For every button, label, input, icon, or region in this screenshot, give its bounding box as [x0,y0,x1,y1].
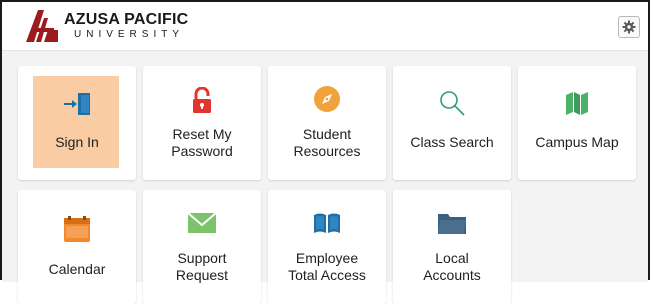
folder-icon [393,211,511,235]
header: AZUSA PACIFIC UNIVERSITY [2,2,648,51]
tile-label: Support Request [143,250,261,284]
university-logo[interactable]: AZUSA PACIFIC UNIVERSITY [24,8,188,44]
tile-label: Local Accounts [393,250,511,284]
tile-highlight [33,76,119,168]
tile-support-request[interactable]: Support Request [143,190,261,304]
tile-campus-map[interactable]: Campus Map [518,66,636,180]
settings-button[interactable] [618,16,640,38]
tile-label-line1: Student [302,126,352,142]
envelope-icon [143,212,261,234]
tile-grid: Sign In Reset My Password Student Resour… [2,51,648,304]
tile-label: Student Resources [268,126,386,160]
tile-local-accounts[interactable]: Local Accounts [393,190,511,304]
sign-in-icon [18,92,136,116]
logo-subtitle: UNIVERSITY [74,29,185,40]
search-icon [393,89,511,117]
tile-sign-in[interactable]: Sign In [18,66,136,180]
app-window: AZUSA PACIFIC UNIVERSITY Sign In Reset M… [0,0,650,304]
tile-label-line1: Employee [295,250,359,266]
tile-employee-total-access[interactable]: Employee Total Access [268,190,386,304]
tile-label: Sign In [55,134,99,150]
tile-label-line1: Reset My [172,126,232,142]
tile-label-line1: Support [177,250,227,266]
tile-label-line1: Local [435,250,469,266]
tile-reset-password[interactable]: Reset My Password [143,66,261,180]
tile-label-line2: Accounts [423,267,481,283]
tile-student-resources[interactable]: Student Resources [268,66,386,180]
apu-logo-mark [26,10,58,42]
calendar-icon [18,215,136,243]
tile-label-line2: Resources [293,143,361,159]
logo-name: AZUSA PACIFIC [64,11,189,28]
book-icon [268,212,386,234]
tile-label-line2: Total Access [288,267,366,283]
tile-class-search[interactable]: Class Search [393,66,511,180]
tile-label-line2: Password [171,143,233,159]
compass-icon [268,85,386,113]
tile-label: Campus Map [535,134,619,150]
tile-label-line2: Request [175,267,229,283]
tile-label: Reset My Password [143,126,261,160]
map-icon [518,90,636,116]
tile-label: Calendar [48,261,106,277]
tile-label: Class Search [410,134,494,150]
tile-calendar[interactable]: Calendar [18,190,136,304]
gear-icon [622,20,636,34]
tile-label: Employee Total Access [268,250,386,284]
lock-open-icon [143,87,261,115]
